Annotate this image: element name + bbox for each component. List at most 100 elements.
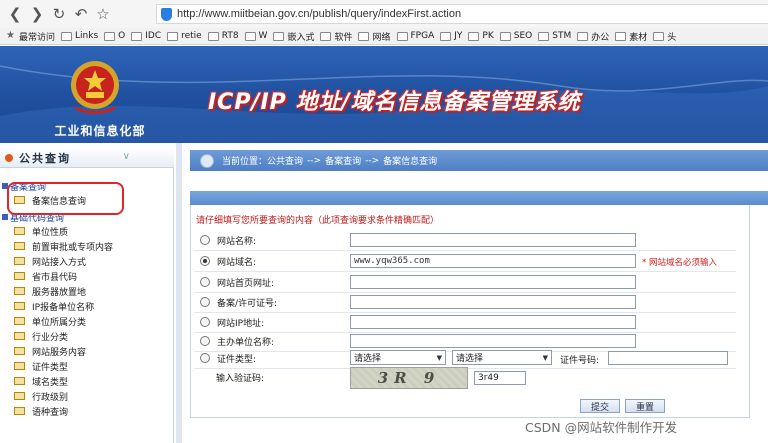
- collapse-chevron-icon[interactable]: ∨: [123, 151, 130, 162]
- bookmark-folder[interactable]: 素材: [615, 30, 647, 43]
- reset-button[interactable]: 重置: [625, 399, 665, 413]
- cert-subtype-select[interactable]: 请选择 ▼: [452, 350, 552, 365]
- form-row-site-name: 网站名称:: [194, 231, 734, 249]
- breadcrumb-level2[interactable]: 备案查询: [325, 154, 361, 167]
- sidebar-item[interactable]: IP报备单位名称: [14, 299, 94, 313]
- sidebar-item[interactable]: 域名类型: [14, 374, 68, 388]
- document-icon: [14, 347, 25, 355]
- captcha-image[interactable]: 3R 9: [350, 367, 468, 389]
- sidebar-item[interactable]: 行政级别: [14, 389, 68, 403]
- national-emblem-icon: [71, 61, 119, 114]
- document-icon: [14, 257, 25, 265]
- document-icon: [14, 332, 25, 340]
- dropdown-arrow-icon: ▼: [436, 354, 442, 362]
- undo-icon[interactable]: ↶: [70, 3, 92, 25]
- security-shield-icon: [161, 7, 172, 21]
- bookmark-folder[interactable]: Links: [61, 31, 98, 41]
- site-name-input[interactable]: [350, 233, 636, 247]
- document-icon: [14, 227, 25, 235]
- radio-domain[interactable]: [200, 256, 210, 266]
- sidebar-item[interactable]: 网站接入方式: [14, 254, 86, 268]
- submit-button[interactable]: 提交: [580, 399, 620, 413]
- breadcrumb: 当前位置：公共查询 --> 备案查询 --> 备案信息查询: [190, 150, 768, 171]
- bookmark-folder[interactable]: FPGA: [396, 31, 434, 41]
- reload-icon[interactable]: ↻: [48, 3, 70, 25]
- sidebar-item[interactable]: 网站服务内容: [14, 344, 86, 358]
- folder-icon: [358, 31, 370, 41]
- folder-icon: [396, 31, 408, 41]
- folder-icon: [538, 31, 550, 41]
- document-icon: [14, 392, 25, 400]
- license-no-input[interactable]: [350, 295, 636, 309]
- domain-required-note: * 网站域名必须输入: [642, 258, 717, 268]
- row-divider: [194, 271, 736, 272]
- forward-icon[interactable]: ❯: [26, 3, 48, 25]
- group-folder-icon: [2, 214, 8, 220]
- breadcrumb-separator: -->: [365, 155, 380, 166]
- breadcrumb-current[interactable]: 当前位置：公共查询: [222, 154, 303, 167]
- captcha-label: 输入验证码:: [216, 374, 265, 384]
- folder-icon: [104, 31, 116, 41]
- folder-icon: [577, 31, 589, 41]
- bookmark-folder[interactable]: PK: [468, 31, 494, 41]
- folder-icon: [61, 31, 73, 41]
- bookmark-star-icon[interactable]: ☆: [92, 3, 114, 25]
- bookmark-folder[interactable]: retie: [167, 31, 202, 41]
- bookmark-folder[interactable]: W: [244, 31, 267, 41]
- sidebar-item[interactable]: 语种查询: [14, 404, 68, 418]
- folder-icon: [320, 31, 332, 41]
- radio-ip-address[interactable]: [200, 317, 210, 327]
- form-row-captcha: 输入验证码: 3R 9 3r49: [194, 367, 734, 393]
- folder-icon: [440, 31, 452, 41]
- bookmark-folder[interactable]: 办公: [577, 30, 609, 43]
- bookmark-folder[interactable]: RT8: [207, 31, 239, 41]
- radio-site-name[interactable]: [200, 235, 210, 245]
- bookmark-folder[interactable]: STM: [538, 31, 571, 41]
- sidebar-item[interactable]: 服务器放置地: [14, 284, 86, 298]
- radio-license-no[interactable]: [200, 297, 210, 307]
- radio-cert-type[interactable]: [200, 353, 210, 363]
- bookmark-folder[interactable]: 软件: [320, 30, 352, 43]
- cert-no-label: 证件号码:: [560, 356, 600, 366]
- address-bar[interactable]: http://www.miitbeian.gov.cn/publish/quer…: [156, 4, 768, 24]
- cert-type-select[interactable]: 请选择 ▼: [350, 350, 446, 365]
- bookmark-folder[interactable]: IDC: [131, 31, 161, 41]
- bookmark-folder[interactable]: 网络: [358, 30, 391, 43]
- sidebar-item[interactable]: 证件类型: [14, 359, 68, 373]
- bookmark-folder[interactable]: JY: [440, 31, 462, 41]
- document-icon: [14, 317, 25, 325]
- radio-homepage-url[interactable]: [200, 277, 210, 287]
- bookmark-most-visited[interactable]: ★ 最常访问: [6, 30, 55, 43]
- captcha-input[interactable]: 3r49: [474, 371, 526, 385]
- sidebar-splitter[interactable]: [176, 143, 182, 443]
- ip-address-input[interactable]: [350, 315, 636, 329]
- form-row-homepage-url: 网站首页网址:: [194, 273, 734, 291]
- bookmark-folder[interactable]: 头: [653, 30, 676, 43]
- document-icon: [14, 407, 25, 415]
- system-title: ICP/IP 地址/域名信息备案管理系统: [208, 90, 581, 115]
- form-notice: 请仔细填写您所要查询的内容（此项查询要求条件精确匹配）: [196, 216, 440, 226]
- sidebar-item[interactable]: 单位所属分类: [14, 314, 86, 328]
- folder-icon: [653, 31, 665, 41]
- sidebar-header[interactable]: 公共查询 ∨: [0, 148, 174, 168]
- domain-input[interactable]: www.yqw365.com: [350, 254, 636, 268]
- sidebar-item[interactable]: 行业分类: [14, 329, 68, 343]
- folder-icon: [468, 31, 480, 41]
- sidebar-item[interactable]: 省市县代码: [14, 269, 77, 283]
- back-icon[interactable]: ❮: [4, 3, 26, 25]
- document-icon: [14, 377, 25, 385]
- dropdown-arrow-icon: ▼: [542, 354, 548, 362]
- cert-no-input[interactable]: [608, 351, 728, 365]
- breadcrumb-level3[interactable]: 备案信息查询: [383, 154, 437, 167]
- sidebar-item[interactable]: 单位性质: [14, 224, 68, 238]
- bookmark-icon: ★: [6, 30, 15, 41]
- bookmark-folder[interactable]: O: [104, 31, 125, 41]
- organizer-input[interactable]: [350, 334, 636, 348]
- sidebar-item[interactable]: 前置审批或专项内容: [14, 239, 113, 253]
- radio-organizer[interactable]: [200, 336, 210, 346]
- row-divider: [194, 250, 736, 251]
- bookmark-folder[interactable]: SEO: [499, 31, 532, 41]
- document-icon: [14, 362, 25, 370]
- bookmark-folder[interactable]: 嵌入式: [273, 30, 314, 43]
- homepage-url-input[interactable]: [350, 275, 636, 289]
